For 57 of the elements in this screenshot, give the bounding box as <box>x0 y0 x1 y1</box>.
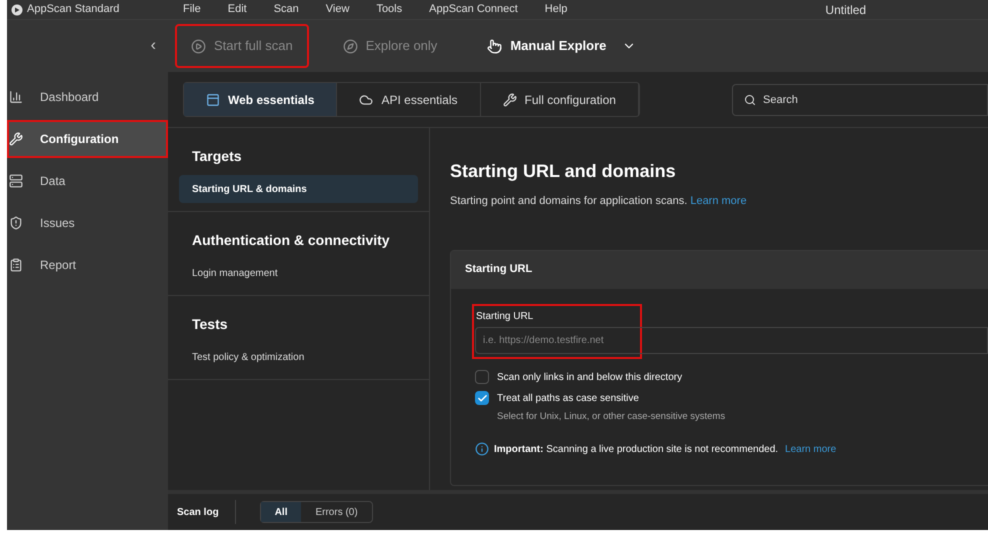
bar-chart-icon <box>9 90 23 104</box>
menu-item[interactable]: Tools <box>376 1 402 18</box>
menu-item[interactable]: Help <box>544 1 568 18</box>
checkbox[interactable] <box>475 370 489 384</box>
app-logo-icon <box>11 4 23 16</box>
clipboard-icon <box>9 258 23 272</box>
play-icon <box>191 38 206 54</box>
tab[interactable]: Full configuration <box>480 83 639 116</box>
panel-header: Starting URL <box>451 250 988 288</box>
search-icon <box>744 94 756 106</box>
checkbox-hint: Select for Unix, Linux, or other case-sensitive systems <box>497 410 726 424</box>
menu-item[interactable]: Scan <box>274 1 299 18</box>
menu-item[interactable]: AppScan Connect <box>429 1 518 18</box>
toolbar-button[interactable]: Manual Explore <box>471 24 652 68</box>
sidebar-item[interactable]: Dashboard <box>7 78 168 116</box>
app-name: AppScan Standard <box>27 2 120 18</box>
nav-item[interactable]: Starting URL & domains <box>179 175 418 203</box>
checkbox-label: Treat all paths as case sensitive <box>497 392 639 406</box>
page-title: Starting URL and domains <box>450 160 677 183</box>
field-label: Starting URL <box>476 310 534 324</box>
menu-item[interactable]: Edit <box>228 1 247 18</box>
pointer-hand-icon <box>487 38 502 54</box>
nav-heading: Authentication & connectivity <box>191 231 391 250</box>
checkbox-label: Scan only links in and below this directory <box>497 370 682 384</box>
shield-icon <box>9 216 23 230</box>
nav-item[interactable]: Login management <box>179 259 418 287</box>
compass-icon <box>342 38 358 54</box>
tab[interactable]: Web essentials <box>184 83 338 116</box>
info-icon <box>475 442 489 456</box>
cloud-icon <box>359 92 374 106</box>
menu-item[interactable]: View <box>326 1 350 18</box>
checkbox[interactable] <box>475 391 489 405</box>
window-title: Untitled <box>825 2 866 18</box>
scan-log-title: Scan log <box>177 500 236 524</box>
filter-tab[interactable]: Errors (0) <box>301 502 372 522</box>
search-field[interactable]: Search <box>732 84 988 116</box>
notice-text: Important: Scanning a live production site is not recommended. <box>494 442 778 457</box>
page-description: Starting point and domains for application scans. <box>450 195 688 207</box>
collapse-button[interactable]: ‹ <box>150 34 156 58</box>
window-icon <box>206 92 220 106</box>
menu-item[interactable]: File <box>183 1 201 18</box>
server-icon <box>9 174 23 188</box>
wrench-icon <box>9 132 23 146</box>
learn-more-link[interactable]: Learn more <box>690 195 747 207</box>
nav-heading: Targets <box>191 147 243 166</box>
sidebar-item[interactable]: Configuration <box>7 120 168 158</box>
check-icon <box>476 392 488 404</box>
sidebar-item[interactable]: Data <box>7 162 168 200</box>
nav-heading: Tests <box>191 315 229 334</box>
url-field[interactable]: i.e. https://demo.testfire.net <box>475 326 988 354</box>
learn-more-link[interactable]: Learn more <box>785 442 836 457</box>
wrench-icon <box>502 92 517 106</box>
sidebar-item[interactable]: Report <box>7 246 168 284</box>
tab[interactable]: API essentials <box>337 83 481 116</box>
filter-tab[interactable]: All <box>260 502 302 522</box>
sidebar-item[interactable]: Issues <box>7 204 168 242</box>
nav-item[interactable]: Test policy & optimization <box>179 343 418 371</box>
